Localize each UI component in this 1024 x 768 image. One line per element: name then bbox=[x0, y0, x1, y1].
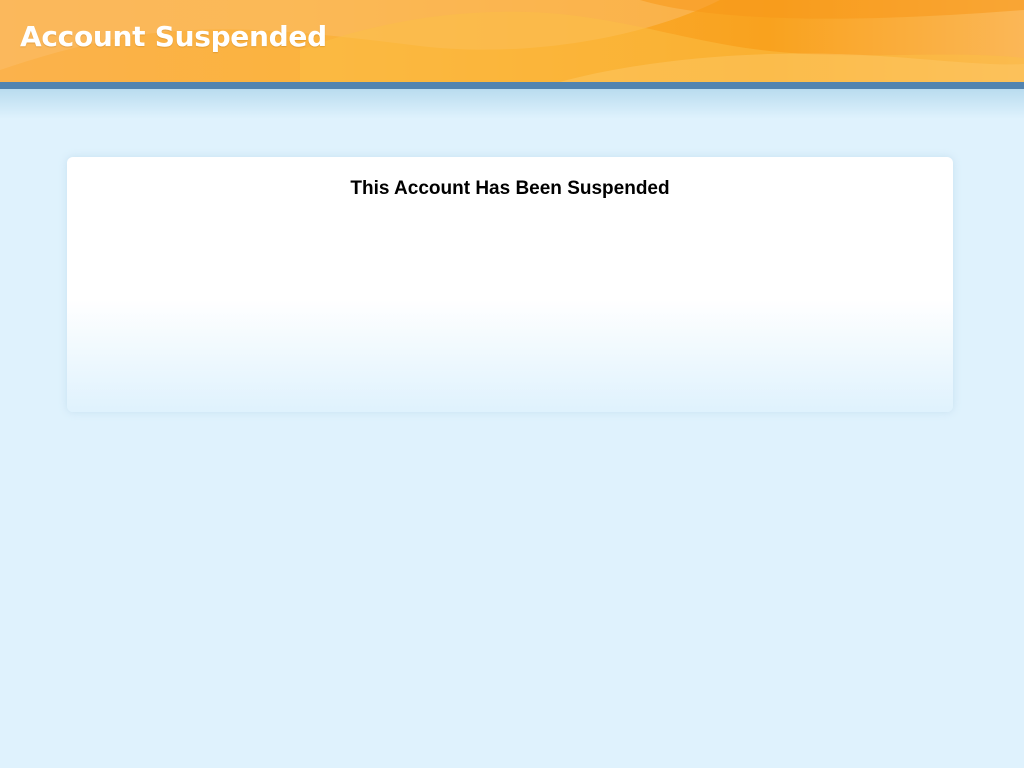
suspended-message: This Account Has Been Suspended bbox=[350, 178, 670, 199]
page-header: Account Suspended bbox=[0, 0, 1024, 82]
header-title: Account Suspended bbox=[20, 20, 327, 53]
header-shadow bbox=[0, 89, 1024, 119]
header-divider-bar bbox=[0, 82, 1024, 89]
content-panel: This Account Has Been Suspended bbox=[67, 157, 953, 412]
